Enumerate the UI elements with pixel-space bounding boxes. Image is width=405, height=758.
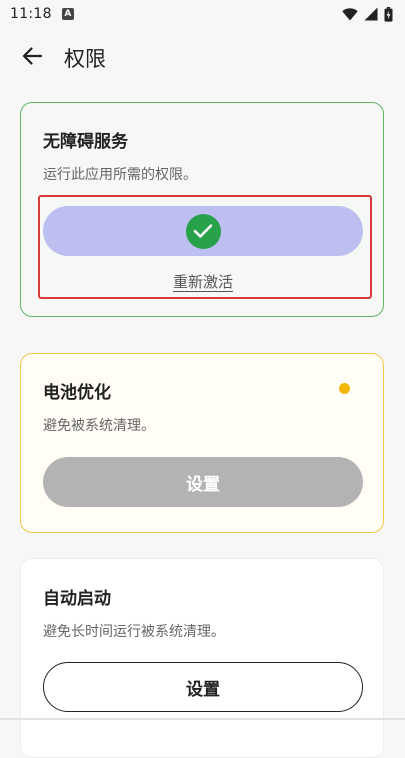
checkmark-icon <box>186 214 221 249</box>
battery-icon <box>384 7 393 22</box>
back-button[interactable] <box>0 34 64 82</box>
page-title: 权限 <box>64 43 106 73</box>
accessibility-service-card: 无障碍服务 运行此应用所需的权限。 重新激活 <box>20 102 384 317</box>
autostart-card-title: 自动启动 <box>43 584 111 609</box>
status-bar: 11:18 A <box>0 0 405 28</box>
battery-settings-button[interactable]: 设置 <box>43 457 363 507</box>
battery-optimization-card: 电池优化 避免被系统清理。 设置 <box>20 353 384 533</box>
status-time: 11:18 <box>10 6 52 22</box>
accessibility-activated-button[interactable] <box>43 206 363 256</box>
warning-status-dot <box>339 383 350 394</box>
accessibility-card-description: 运行此应用所需的权限。 <box>43 164 197 184</box>
autostart-settings-button[interactable]: 设置 <box>43 662 363 712</box>
wifi-icon <box>342 8 358 21</box>
battery-card-title: 电池优化 <box>43 378 111 403</box>
arrow-left-icon <box>22 47 42 69</box>
notification-icon: A <box>62 8 74 20</box>
autostart-card-description: 避免长时间运行被系统清理。 <box>43 621 225 641</box>
app-bar: 权限 <box>0 34 405 82</box>
autostart-card: 自动启动 避免长时间运行被系统清理。 设置 <box>20 558 384 758</box>
signal-icon <box>364 7 378 21</box>
reactivate-link[interactable]: 重新激活 <box>21 271 385 292</box>
status-icons <box>342 7 393 22</box>
accessibility-card-title: 无障碍服务 <box>43 127 128 152</box>
battery-card-description: 避免被系统清理。 <box>43 415 155 435</box>
